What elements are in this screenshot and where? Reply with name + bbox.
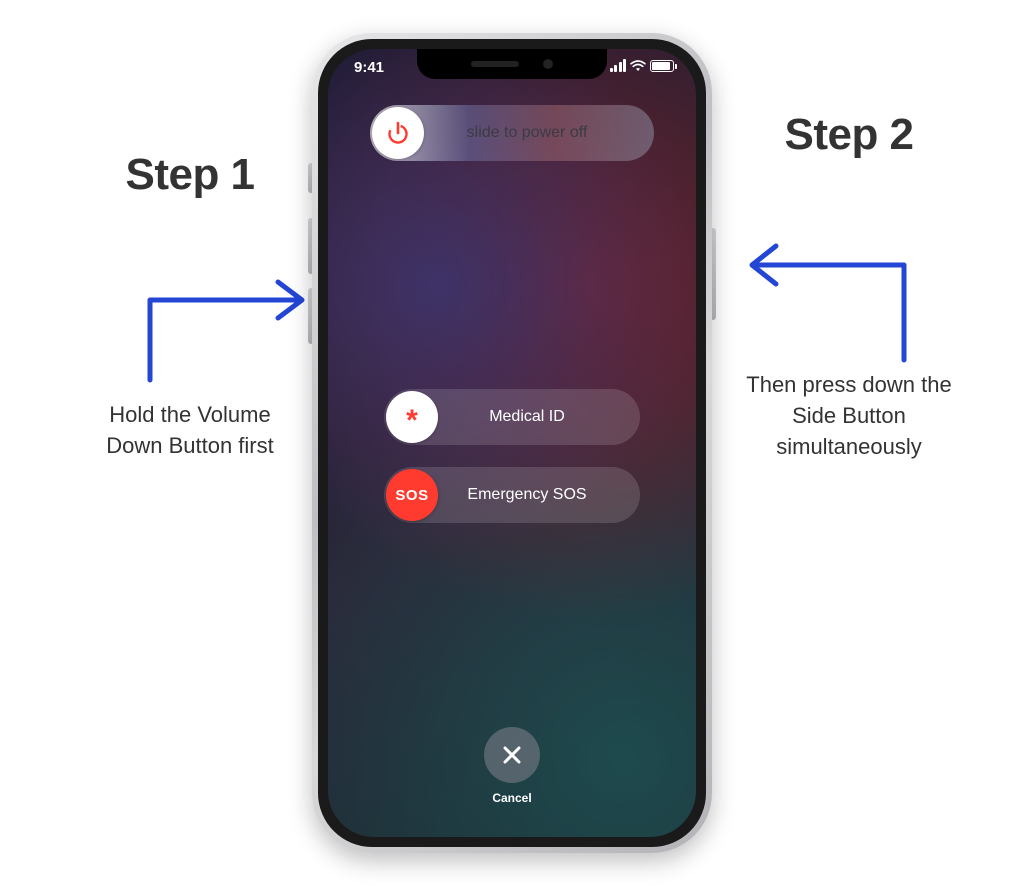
screen: 9:41 — [328, 49, 696, 837]
step-2-body: Then press down the Side Button simultan… — [734, 370, 964, 462]
power-off-label: slide to power off — [426, 124, 654, 142]
cancel-button[interactable] — [484, 727, 540, 783]
earpiece-speaker — [471, 61, 519, 67]
medical-asterisk-icon: * — [406, 406, 418, 436]
sos-knob[interactable]: SOS — [386, 469, 438, 521]
power-icon — [385, 120, 411, 146]
cellular-signal-icon — [610, 59, 627, 72]
medical-id-knob[interactable]: * — [386, 391, 438, 443]
medical-id-label: Medical ID — [440, 408, 640, 426]
arrow-left-icon — [120, 210, 320, 410]
annotation-step-1: Step 1 Hold the Volume Down Button first — [80, 150, 300, 462]
close-icon — [501, 744, 523, 766]
sos-badge-text: SOS — [395, 487, 428, 504]
wifi-icon — [630, 60, 646, 72]
status-time: 9:41 — [354, 59, 384, 76]
battery-icon — [650, 60, 674, 72]
notch — [417, 49, 607, 79]
iphone-device: 9:41 — [312, 33, 712, 853]
front-camera — [543, 59, 553, 69]
step-2-heading: Step 2 — [734, 110, 964, 160]
medical-id-slider[interactable]: * Medical ID — [384, 389, 640, 445]
emergency-sos-label: Emergency SOS — [440, 486, 640, 504]
step-1-heading: Step 1 — [80, 150, 300, 200]
power-off-knob[interactable] — [372, 107, 424, 159]
status-icons — [610, 59, 675, 72]
annotation-step-2: Step 2 Then press down the Side Button s… — [734, 110, 964, 462]
power-off-slider[interactable]: slide to power off — [370, 105, 654, 161]
emergency-sos-slider[interactable]: SOS Emergency SOS — [384, 467, 640, 523]
cancel-area: Cancel — [484, 727, 540, 805]
cancel-label: Cancel — [484, 791, 540, 805]
arrow-right-icon — [734, 170, 934, 380]
